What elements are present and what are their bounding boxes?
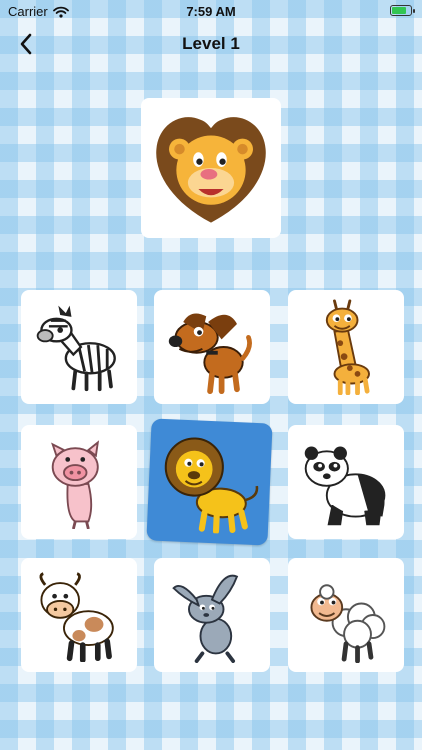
animal-card-cow[interactable]: [21, 558, 137, 672]
giraffe-icon: [325, 299, 370, 395]
lion-icon: [164, 437, 258, 535]
target-animal-card: [141, 98, 281, 238]
animal-card-lion[interactable]: [146, 418, 273, 546]
battery-icon: [390, 5, 415, 16]
animal-card-zebra[interactable]: [21, 290, 137, 404]
animal-card-giraffe[interactable]: [288, 290, 404, 404]
animal-card-panda[interactable]: [288, 425, 404, 539]
rabbit-icon: [172, 574, 239, 663]
animal-card-sheep[interactable]: [288, 558, 404, 672]
status-bar: Carrier 7:59 AM: [0, 0, 422, 22]
animal-card-rabbit[interactable]: [154, 558, 270, 672]
battery-fill: [392, 7, 406, 14]
cow-icon: [39, 572, 114, 662]
sheep-icon: [310, 584, 386, 663]
status-time: 7:59 AM: [186, 4, 236, 19]
animal-card-dog[interactable]: [154, 290, 270, 404]
lion-head-icon: [156, 117, 266, 223]
navigation-bar: Level 1: [0, 22, 422, 66]
zebra-icon: [36, 305, 116, 392]
pig-icon: [51, 440, 100, 529]
page-title: Level 1: [182, 34, 240, 53]
dog-icon: [168, 313, 252, 395]
panda-icon: [304, 446, 386, 526]
animal-card-pig[interactable]: [21, 425, 137, 539]
